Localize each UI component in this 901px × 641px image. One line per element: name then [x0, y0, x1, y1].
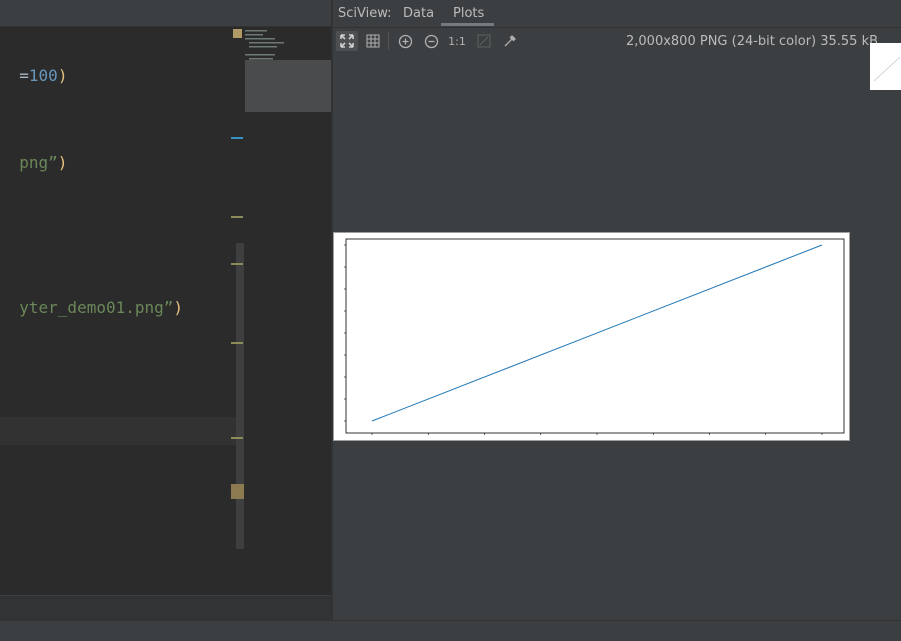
color-picker-glyph: [504, 35, 516, 47]
scroll-thumb[interactable]: [231, 484, 244, 499]
scroll-marker: [231, 216, 243, 218]
code-token: png”: [19, 153, 58, 172]
zoom-out-icon[interactable]: [420, 31, 442, 51]
code-token: ): [57, 153, 68, 172]
thumbnail-line: [873, 56, 901, 82]
actual-size-button[interactable]: 1:1: [446, 31, 468, 51]
background-glyph: [477, 34, 491, 48]
color-picker-icon[interactable]: [499, 31, 521, 51]
code-token: yter_demo01.png”: [19, 298, 174, 317]
tab-data[interactable]: Data: [403, 6, 434, 21]
current-line-highlight: [0, 417, 236, 445]
grid-icon[interactable]: [362, 31, 384, 51]
zoom-in-icon[interactable]: [394, 31, 416, 51]
plot-thumbnail[interactable]: [870, 43, 901, 90]
code-line[interactable]: yter_demo01.png”): [0, 279, 183, 317]
scroll-marker: [231, 342, 243, 344]
tab-plots[interactable]: Plots: [453, 6, 484, 21]
background-icon[interactable]: [473, 31, 495, 51]
scroll-marker: [231, 263, 243, 265]
status-bar: [0, 620, 901, 641]
scroll-marker: [231, 137, 243, 139]
grid-glyph: [366, 34, 380, 48]
active-tab-indicator: [441, 23, 494, 26]
code-line[interactable]: png”): [0, 134, 67, 172]
code-line[interactable]: =100): [0, 47, 67, 85]
plot-axes-frame: [345, 238, 845, 434]
zoom-in-glyph: [398, 34, 412, 48]
code-token: 100: [28, 66, 58, 85]
fit-to-window-icon[interactable]: [336, 31, 358, 51]
scrollbar[interactable]: [236, 243, 244, 549]
data-series-line: [371, 244, 823, 422]
scroll-marker: [231, 437, 243, 439]
sciview-title: SciView:: [338, 6, 392, 21]
toolbar-separator: [388, 32, 389, 50]
image-info-label: 2,000x800 PNG (24-bit color) 35.55 kB: [626, 34, 879, 49]
code-token: ): [57, 66, 68, 85]
minimap-marker: [233, 29, 242, 38]
editor-tab-bar: [0, 0, 331, 26]
fit-to-window-glyph: [340, 34, 354, 48]
plot-image[interactable]: [333, 232, 850, 441]
minimap[interactable]: [231, 27, 331, 595]
code-token: ): [173, 298, 184, 317]
minimap-viewport[interactable]: [245, 60, 331, 112]
line-chart: [344, 238, 845, 435]
zoom-out-glyph: [424, 34, 438, 48]
editor-horizontal-scroll[interactable]: [0, 595, 331, 621]
code-token: =: [19, 66, 29, 85]
